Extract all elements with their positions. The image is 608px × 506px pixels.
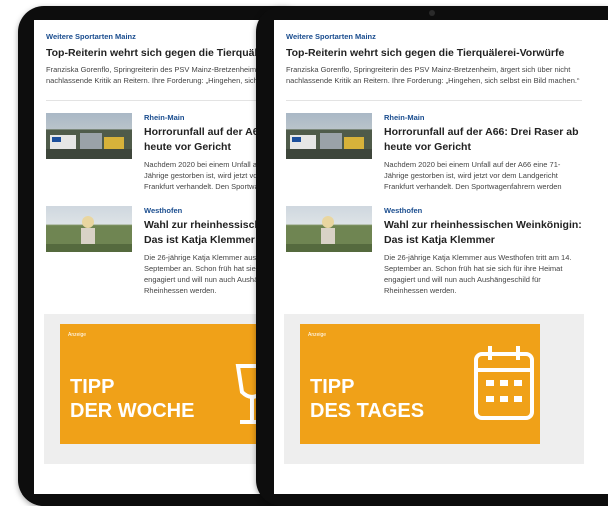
- ad-headline-line2: DER WOCHE: [70, 400, 195, 422]
- article-thumbnail[interactable]: [286, 113, 372, 159]
- ad-label: Anzeige: [68, 332, 87, 338]
- ad-headline-line2: DES TAGES: [310, 400, 425, 422]
- article-thumbnail[interactable]: [46, 206, 132, 252]
- tablet-right: Weitere Sportarten Mainz Top-Reiterin we…: [256, 6, 608, 506]
- article-card[interactable]: Westhofen Wahl zur rheinhessischen Weink…: [286, 206, 582, 296]
- article-title[interactable]: Horrorunfall auf der A66: Drei Raser ab …: [384, 125, 582, 155]
- article-text: Nachdem 2020 bei einem Unfall auf der A6…: [384, 160, 562, 191]
- ad-headline-line1: TIPP: [70, 376, 115, 398]
- tablet-bezel-bottom: [256, 494, 608, 506]
- article-title[interactable]: Wahl zur rheinhessischen Weinkönigin: Da…: [384, 218, 582, 248]
- divider: [286, 100, 582, 101]
- article-thumbnail[interactable]: [46, 113, 132, 159]
- ad-label: Anzeige: [308, 332, 327, 338]
- article-card[interactable]: Rhein-Main Horrorunfall auf der A66: Dre…: [286, 113, 582, 192]
- ad-banner[interactable]: Anzeige TIPP DES TAGES: [300, 324, 540, 444]
- teaser-title[interactable]: Top-Reiterin wehrt sich gegen die Tierqu…: [286, 47, 582, 59]
- article-thumbnail[interactable]: [286, 206, 372, 252]
- article-text: Die 26-jährige Katja Klemmer aus Westhof…: [384, 253, 572, 295]
- section-label[interactable]: Weitere Sportarten Mainz: [286, 32, 582, 41]
- teaser-text: Franziska Gorenflo, Springreiterin des P…: [286, 65, 580, 85]
- ad-headline-line1: TIPP: [310, 376, 355, 398]
- calendar-icon: [474, 346, 534, 420]
- news-feed: Weitere Sportarten Mainz Top-Reiterin we…: [274, 20, 594, 464]
- ad-container: Anzeige TIPP DES TAGES: [284, 314, 584, 464]
- camera-dot: [429, 10, 435, 16]
- tablet-right-screen: Weitere Sportarten Mainz Top-Reiterin we…: [274, 20, 608, 494]
- article-kicker[interactable]: Westhofen: [384, 206, 582, 215]
- article-kicker[interactable]: Rhein-Main: [384, 113, 582, 122]
